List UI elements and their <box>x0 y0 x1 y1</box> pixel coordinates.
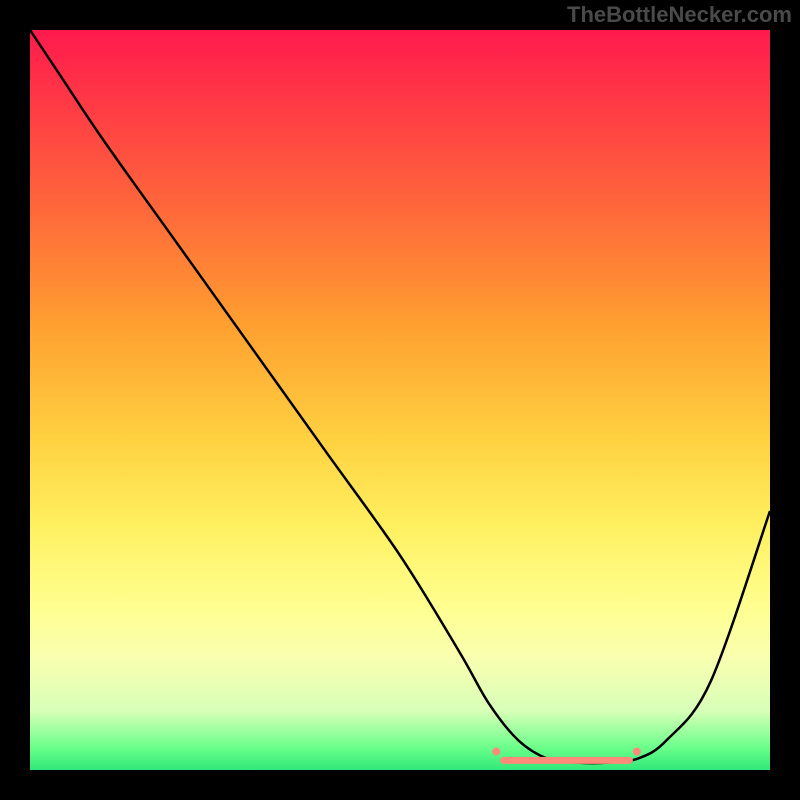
chart-container: TheBottleNecker.com <box>0 0 800 800</box>
chart-gradient-background <box>30 30 770 770</box>
watermark-text: TheBottleNecker.com <box>567 2 792 28</box>
